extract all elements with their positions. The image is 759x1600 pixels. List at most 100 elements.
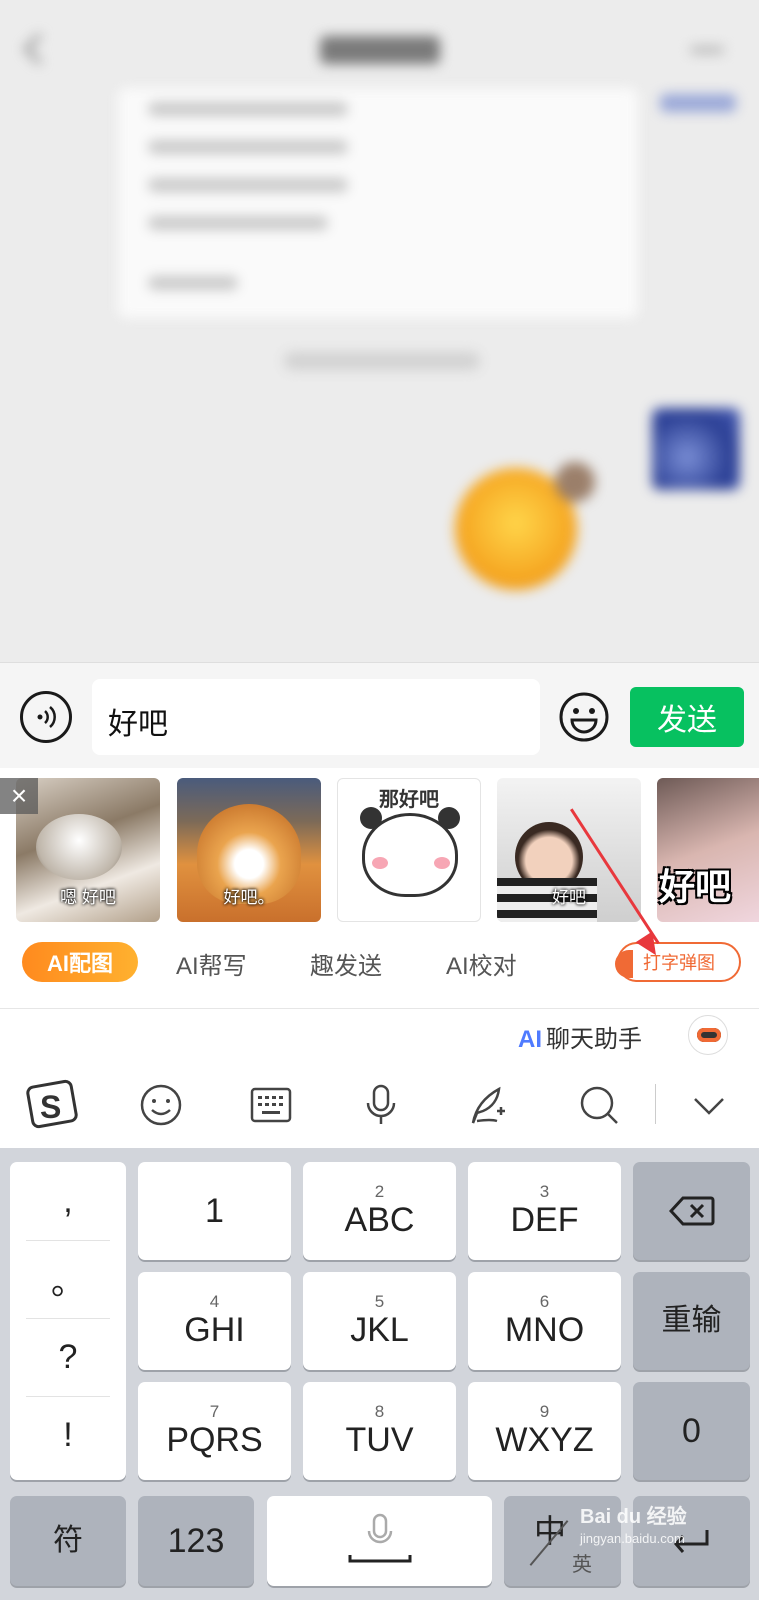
- assistant-text: 聊天助手: [546, 1026, 642, 1053]
- bear-cheek: [434, 857, 450, 869]
- bear-cheek: [372, 857, 388, 869]
- key-jkl[interactable]: 5 JKL: [303, 1272, 456, 1370]
- key-pqrs[interactable]: 7 PQRS: [138, 1382, 291, 1480]
- chat-title: [320, 36, 440, 64]
- key-number: 6: [539, 1292, 550, 1311]
- timestamp: [284, 352, 480, 370]
- punct-key-comma[interactable]: ,: [10, 1162, 126, 1240]
- voice-icon: [37, 706, 56, 728]
- symbol-label: 符: [53, 1524, 83, 1557]
- blurred-line: [148, 216, 328, 230]
- chat-history: [0, 0, 759, 662]
- sticker-kid[interactable]: 好吧: [497, 778, 641, 922]
- sticker-girl[interactable]: 好吧: [657, 778, 759, 922]
- send-button[interactable]: 发送: [630, 687, 744, 747]
- key-letters: JKL: [350, 1311, 409, 1349]
- robot-icon[interactable]: [688, 1015, 728, 1055]
- more-icon[interactable]: [690, 46, 724, 54]
- chevron-down-icon[interactable]: [686, 1082, 732, 1128]
- type-popup-toggle[interactable]: 打字弹图: [615, 942, 741, 982]
- ai-mark: AI: [518, 1026, 542, 1053]
- sticker-dog[interactable]: 好吧。: [177, 778, 321, 922]
- emoji-icon[interactable]: [138, 1082, 184, 1128]
- message-input[interactable]: 好吧: [92, 679, 540, 755]
- tab-ai-proofread[interactable]: AI校对: [446, 946, 517, 981]
- voice-button[interactable]: [20, 691, 72, 743]
- blurred-line: [148, 102, 348, 116]
- symbol-key[interactable]: 符: [10, 1496, 126, 1586]
- retype-label: 重输: [661, 1304, 722, 1337]
- numbers-key[interactable]: 123: [138, 1496, 254, 1586]
- key-letters: GHI: [184, 1311, 245, 1349]
- key-letters: WXYZ: [495, 1421, 594, 1459]
- svg-text:S: S: [40, 1089, 61, 1125]
- sticker-caption: 那好吧: [379, 789, 439, 811]
- key-letters: ABC: [344, 1201, 415, 1239]
- space-key[interactable]: [267, 1496, 492, 1586]
- keyboard-icon[interactable]: [248, 1082, 294, 1128]
- space-mic-icon: [348, 1513, 411, 1563]
- bear-image: [362, 813, 458, 897]
- key-letters: MNO: [504, 1311, 585, 1349]
- key-letters: PQRS: [166, 1421, 263, 1459]
- key-tuv[interactable]: 8 TUV: [303, 1382, 456, 1480]
- input-bar: 好吧 发送: [0, 662, 759, 768]
- microphone-icon[interactable]: [358, 1082, 404, 1128]
- lang-en: 英: [572, 1554, 592, 1576]
- punct-key-exclaim[interactable]: !: [10, 1396, 126, 1474]
- key-abc[interactable]: 2 ABC: [303, 1162, 456, 1260]
- key-number: 7: [209, 1402, 220, 1421]
- message-input-text: 好吧: [108, 708, 168, 741]
- key-wxyz[interactable]: 9 WXYZ: [468, 1382, 621, 1480]
- sticker-caption: 好吧: [659, 866, 732, 907]
- assistant-bar: AI 聊天助手: [0, 1008, 759, 1064]
- punctuation-column: , 。 ? !: [10, 1162, 126, 1480]
- punct-key-question[interactable]: ?: [10, 1318, 126, 1396]
- cat-image: [36, 814, 122, 880]
- tab-fun-send[interactable]: 趣发送: [310, 946, 382, 981]
- tab-ai-image[interactable]: AI配图: [22, 942, 138, 982]
- numbers-label: 123: [167, 1522, 225, 1560]
- punct-key-period[interactable]: 。: [10, 1240, 126, 1318]
- sticker-bear[interactable]: 那好吧: [337, 778, 481, 922]
- sticker-caption: 嗯 好吧: [60, 888, 116, 907]
- sticker-message-part: [555, 462, 595, 502]
- handwriting-icon[interactable]: [466, 1082, 512, 1128]
- key-number: 3: [539, 1182, 550, 1201]
- key-letters: 1: [205, 1192, 224, 1230]
- sticker-caption: 好吧。: [223, 888, 275, 907]
- keyboard-toolbar: S: [0, 1064, 759, 1148]
- tab-ai-write[interactable]: AI帮写: [176, 946, 247, 981]
- key-number: 2: [374, 1182, 385, 1201]
- toolbar-divider: [655, 1084, 656, 1124]
- key-ghi[interactable]: 4 GHI: [138, 1272, 291, 1370]
- key-number: 4: [209, 1292, 220, 1311]
- retype-key[interactable]: 重输: [633, 1272, 750, 1370]
- blurred-line: [148, 140, 348, 154]
- key-zero[interactable]: 0: [633, 1382, 750, 1480]
- smiley-icon: [559, 692, 609, 742]
- key-number: 8: [374, 1402, 385, 1421]
- close-icon[interactable]: ×: [0, 778, 38, 814]
- search-icon[interactable]: [576, 1082, 622, 1128]
- back-icon[interactable]: [23, 33, 55, 65]
- avatar[interactable]: [652, 408, 740, 490]
- watermark-brand: Bai du 经验: [580, 1506, 687, 1528]
- key-def[interactable]: 3 DEF: [468, 1162, 621, 1260]
- baidu-watermark: Bai du 经验 jingyan.baidu.com: [580, 1500, 687, 1546]
- assistant-label[interactable]: AI 聊天助手: [518, 1019, 642, 1054]
- sogou-logo-icon[interactable]: S: [26, 1078, 80, 1132]
- blurred-line: [148, 178, 348, 192]
- blurred-line: [148, 276, 238, 290]
- key-letters: TUV: [345, 1421, 414, 1459]
- emoji-button[interactable]: [558, 691, 610, 743]
- key-number: 5: [374, 1292, 385, 1311]
- key-number: 9: [539, 1402, 550, 1421]
- backspace-icon: [668, 1196, 714, 1226]
- sticker-panel: 嗯 好吧 × 好吧。 那好吧 好吧 好吧 AI配图 AI帮写 趣发送 AI校对 …: [0, 768, 759, 1008]
- key-mno[interactable]: 6 MNO: [468, 1272, 621, 1370]
- blurred-tag: [660, 94, 736, 112]
- key-1[interactable]: 1: [138, 1162, 291, 1260]
- zero-label: 0: [682, 1412, 701, 1450]
- backspace-key[interactable]: [633, 1162, 750, 1260]
